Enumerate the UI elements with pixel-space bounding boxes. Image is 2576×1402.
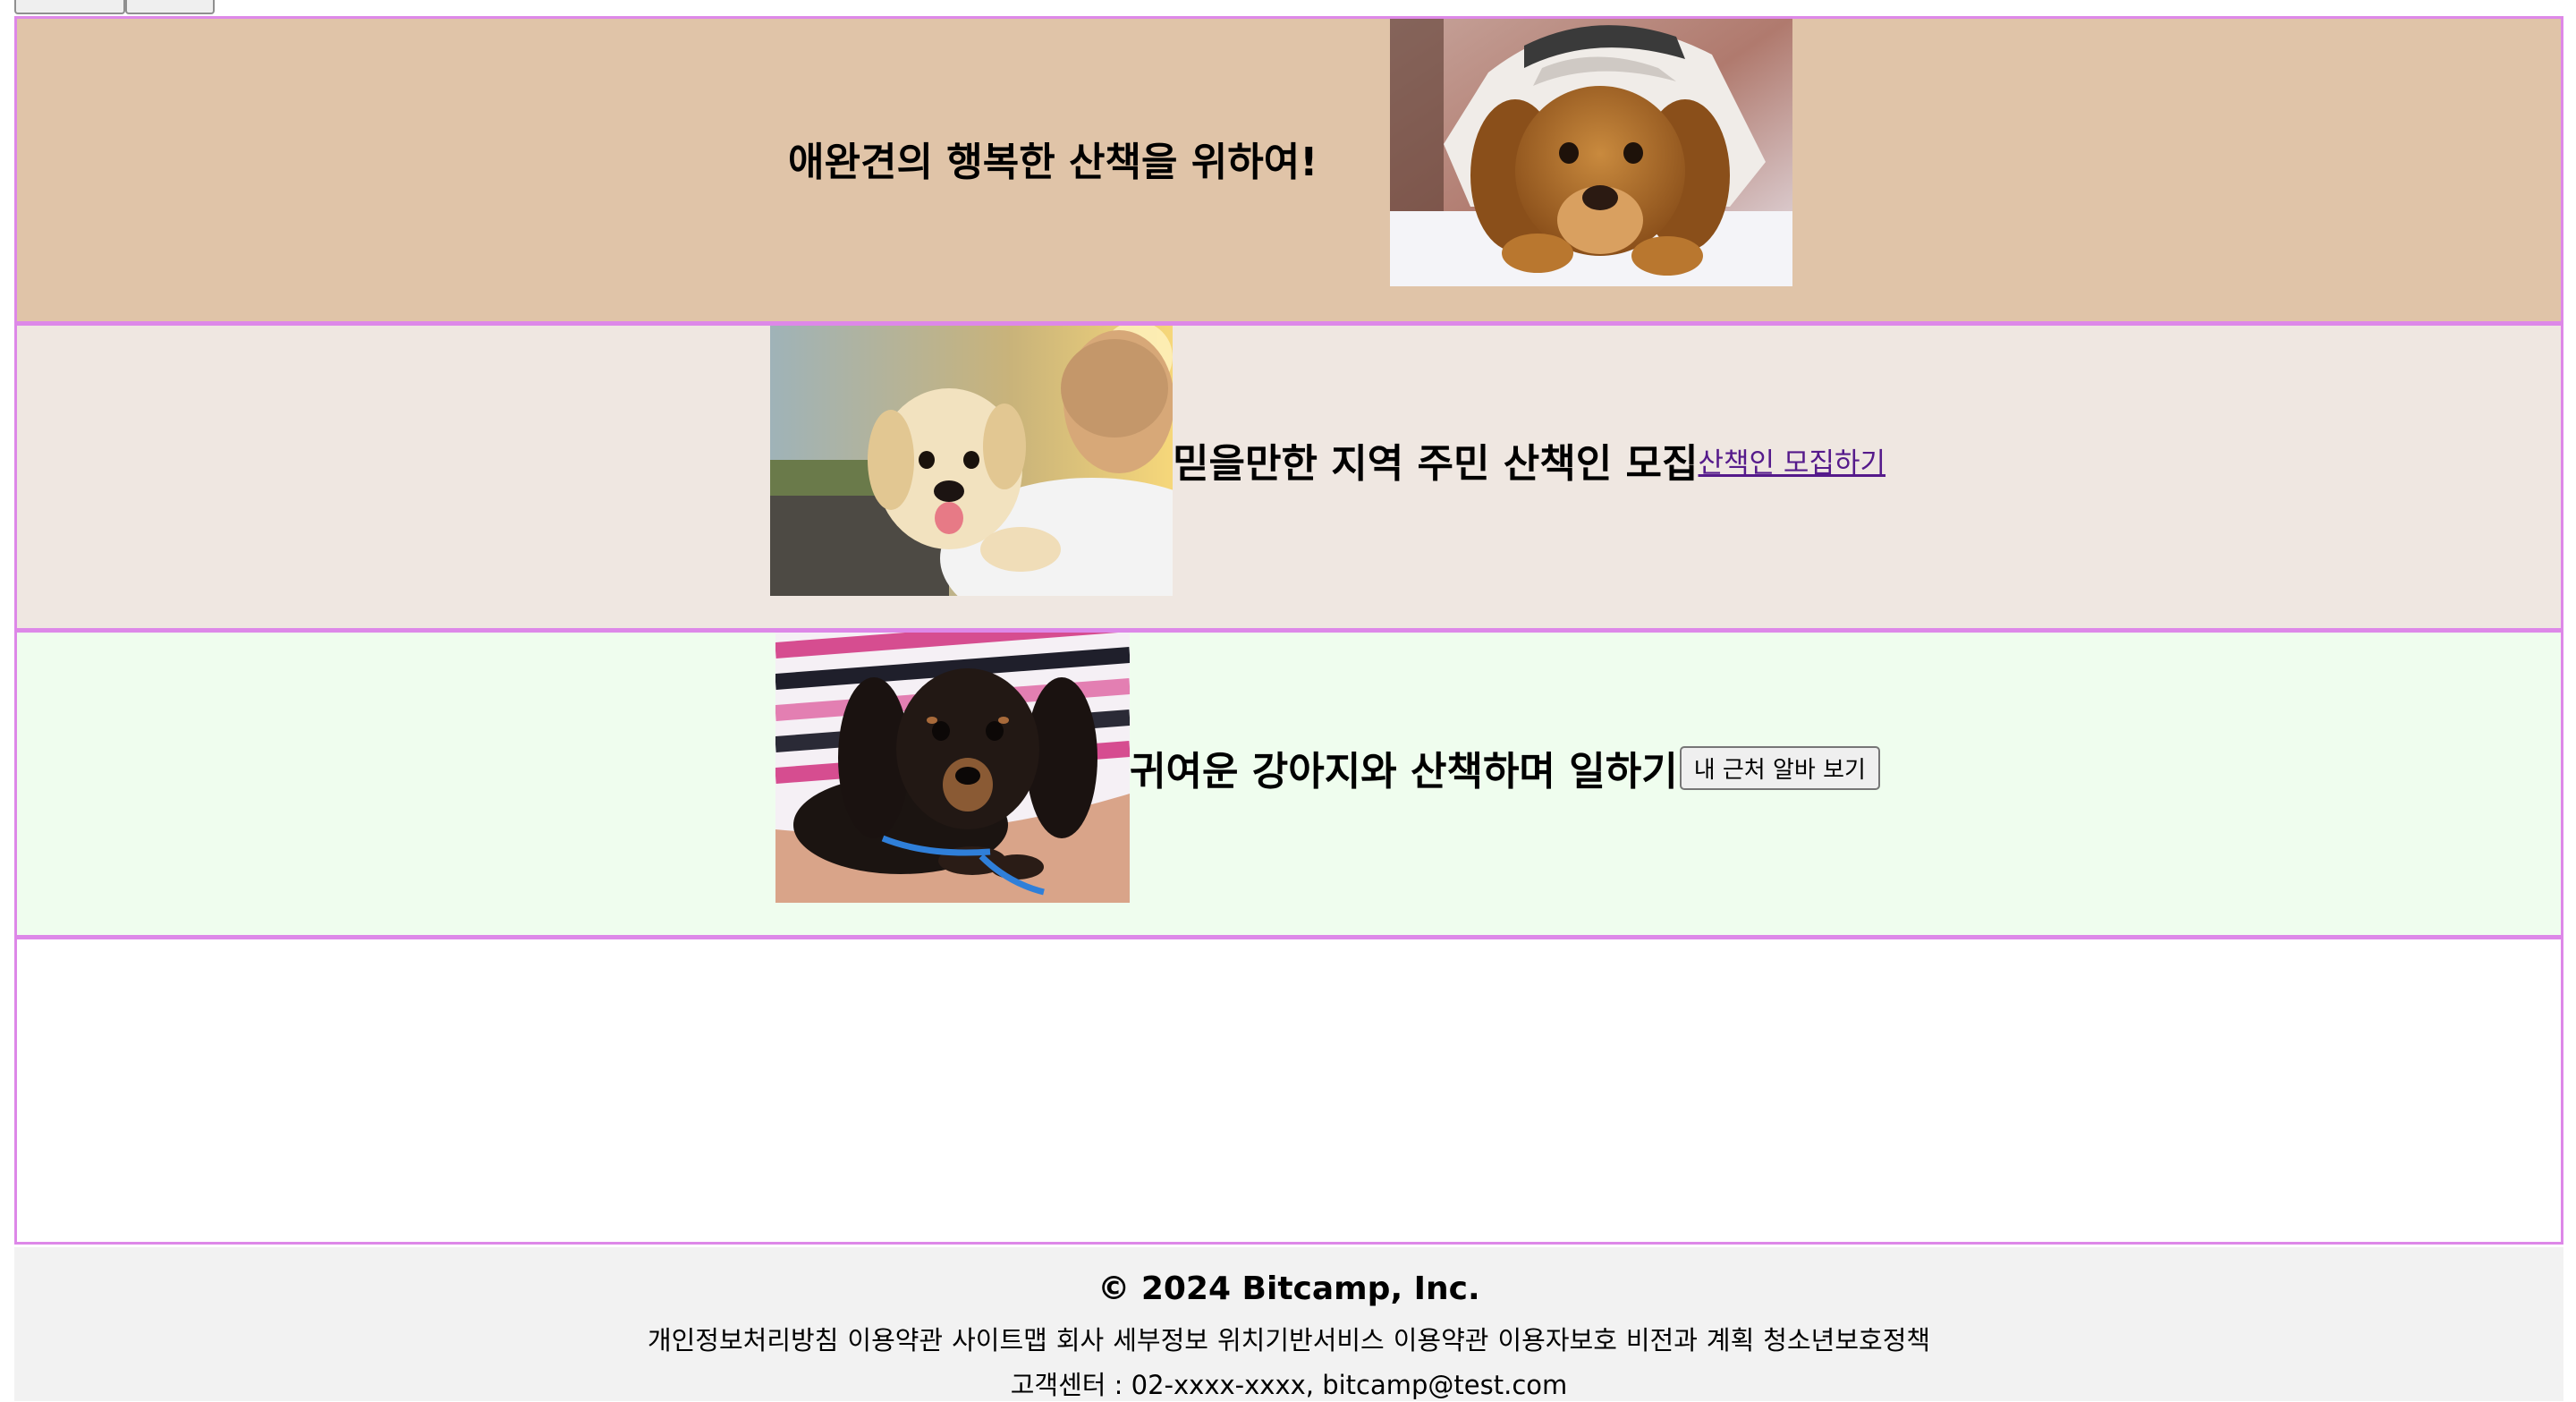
footer-link-location[interactable]: 위치기반서비스 bbox=[1217, 1325, 1385, 1355]
footer-link-plan[interactable]: 계획 bbox=[1707, 1325, 1754, 1355]
nearby-jobs-button[interactable]: 내 근처 알바 보기 bbox=[1679, 745, 1880, 790]
footer-links: 개인정보처리방침 이용약관 사이트맵 회사 세부정보 위치기반서비스 이용약관 이용자보호 비전… bbox=[14, 1320, 2563, 1357]
footer-link-privacy[interactable]: 개인정보처리방침 bbox=[648, 1325, 838, 1355]
footer-link-user-protection[interactable]: 이용자보호 bbox=[1497, 1325, 1616, 1355]
job-title: 귀여운 강아지와 산책하며 일하기 bbox=[1130, 749, 1678, 794]
recruit-section: 믿을만한 지역 주민 산책인 모집 산책인 모집하기 bbox=[14, 323, 2563, 631]
footer-link-sitemap[interactable]: 사이트맵 bbox=[952, 1325, 1047, 1355]
footer-link-youth[interactable]: 청소년보호정책 bbox=[1763, 1325, 1930, 1355]
footer-copyright: © 2024 Bitcamp, Inc. bbox=[1097, 1270, 1480, 1307]
hero-title: 애완견의 행복한 산책을 위하여! bbox=[788, 140, 1318, 185]
footer-link-company[interactable]: 회사 bbox=[1056, 1325, 1104, 1355]
empty-section bbox=[14, 937, 2563, 1245]
top-button-2[interactable] bbox=[125, 0, 215, 14]
recruit-title: 믿을만한 지역 주민 산책인 모집 bbox=[1173, 441, 1699, 487]
puppy-hug-photo bbox=[770, 326, 1173, 596]
dachshund-photo bbox=[775, 633, 1130, 903]
footer-link-terms[interactable]: 이용약관 bbox=[847, 1325, 943, 1355]
recruit-row: 믿을만한 지역 주민 산책인 모집 산책인 모집하기 bbox=[1173, 431, 1885, 489]
top-button-1[interactable] bbox=[14, 0, 125, 14]
footer-link-vision[interactable]: 비전과 bbox=[1626, 1325, 1698, 1355]
footer-link-terms-2[interactable]: 이용약관 bbox=[1394, 1325, 1489, 1355]
footer: © 2024 Bitcamp, Inc. 개인정보처리방침 이용약관 사이트맵 회사 세… bbox=[14, 1247, 2563, 1401]
hero-section: 애완견의 행복한 산책을 위하여! bbox=[14, 16, 2563, 324]
recruit-walker-link[interactable]: 산책인 모집하기 bbox=[1699, 440, 1886, 480]
footer-contact: 고객센터 : 02-xxxx-xxxx, bitcamp@test.com bbox=[1010, 1370, 1568, 1400]
footer-link-details[interactable]: 세부정보 bbox=[1113, 1325, 1208, 1355]
job-section: 귀여운 강아지와 산책하며 일하기 내 근처 알바 보기 bbox=[14, 630, 2563, 938]
job-row: 귀여운 강아지와 산책하며 일하기 내 근처 알바 보기 bbox=[1130, 739, 1880, 796]
hero-dog-photo bbox=[1390, 19, 1792, 286]
